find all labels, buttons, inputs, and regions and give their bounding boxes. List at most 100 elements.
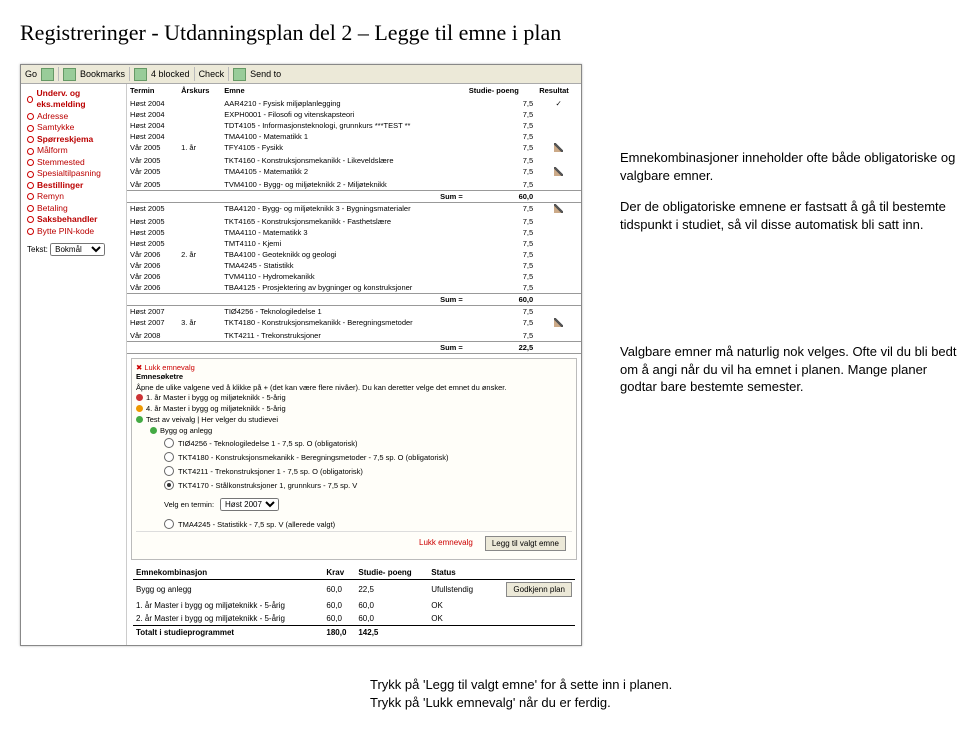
- tekst-label: Tekst:: [27, 245, 48, 254]
- sidebar-item[interactable]: Bestillinger: [27, 180, 122, 191]
- edit-icon[interactable]: [554, 167, 563, 176]
- col-termin: Termin: [127, 84, 178, 98]
- close-emnevalg-button[interactable]: Lukk emnevalg: [413, 536, 479, 551]
- bookmarks-label[interactable]: Bookmarks: [80, 69, 125, 79]
- tree-label: Test av veivalg | Her velger du studieve…: [146, 415, 278, 424]
- tree-bullet-icon: [136, 394, 143, 401]
- summary-row: 2. år Master i bygg og miljøteknikk - 5-…: [133, 612, 575, 626]
- radio-icon[interactable]: [164, 480, 174, 490]
- table-row: Høst 2005TBA4120 - Bygg- og miljøteknikk…: [127, 203, 581, 217]
- radio-icon[interactable]: [164, 519, 174, 529]
- sidebar-item[interactable]: Spesialtilpasning: [27, 168, 122, 179]
- tree-bullet-icon: [136, 405, 143, 412]
- sidebar-item-label: Adresse: [37, 111, 68, 122]
- sum-col-krav: Krav: [323, 566, 355, 580]
- term-select-label: Velg en termin:: [164, 500, 214, 509]
- table-row: Vår 2006TBA4125 - Prosjektering av bygni…: [127, 282, 581, 294]
- sidebar-item-label: Stemmested: [37, 157, 85, 168]
- col-sp: Studie- poeng: [466, 84, 536, 98]
- sidebar-item[interactable]: Remyn: [27, 191, 122, 202]
- sidebar-item[interactable]: Betaling: [27, 203, 122, 214]
- table-row: Høst 20073. årTKT4180 - Konstruksjonsmek…: [127, 317, 581, 330]
- term-select[interactable]: Høst 2007: [220, 498, 279, 511]
- summary-total-row: Totalt i studieprogrammet180,0142,5: [133, 626, 575, 640]
- sidebar-item-label: Samtykke: [37, 122, 74, 133]
- tree-node[interactable]: Bygg og anlegg: [136, 425, 572, 436]
- bullet-icon: [27, 96, 33, 103]
- course-option[interactable]: TKT4211 - Trekonstruksjoner 1 - 7,5 sp. …: [136, 464, 572, 478]
- sum-row: Sum =60,0: [127, 294, 581, 306]
- bullet-icon: [27, 228, 34, 235]
- tekst-select[interactable]: Bokmål: [50, 243, 105, 256]
- edit-icon[interactable]: [554, 143, 563, 152]
- radio-icon[interactable]: [164, 452, 174, 462]
- sum-col-name: Emnekombinasjon: [133, 566, 323, 580]
- col-arskurs: Årskurs: [178, 84, 221, 98]
- footer-instructions: Trykk på 'Legg til valgt emne' for å set…: [370, 676, 870, 712]
- sidebar-item[interactable]: Målform: [27, 145, 122, 156]
- emnevalg-box: ✖ Lukk emnevalg Emnesøketre Åpne de ulik…: [131, 358, 577, 560]
- course-option-label: TMA4245 - Statistikk - 7,5 sp. V (allere…: [178, 520, 335, 529]
- add-course-button[interactable]: Legg til valgt emne: [485, 536, 566, 551]
- sidebar-item[interactable]: Spørreskjema: [27, 134, 122, 145]
- course-option[interactable]: TKT4170 - Stålkonstruksjoner 1, grunnkur…: [136, 478, 572, 492]
- check-label[interactable]: Check: [199, 69, 225, 79]
- bullet-icon: [27, 216, 34, 223]
- sidebar-item-label: Saksbehandler: [37, 214, 97, 225]
- table-row: Vår 20062. årTBA4100 - Geoteknikk og geo…: [127, 249, 581, 260]
- sidebar-item[interactable]: Samtykke: [27, 122, 122, 133]
- sidebar-item-label: Underv. og eks.melding: [36, 88, 122, 111]
- sidebar-item[interactable]: Saksbehandler: [27, 214, 122, 225]
- table-row: Vår 2005TMA4105 - Matematikk 27,5: [127, 166, 581, 179]
- bullet-icon: [27, 113, 34, 120]
- box-intro: Åpne de ulike valgene ved å klikke på + …: [136, 383, 572, 392]
- table-row: Vår 20051. årTFY4105 - Fysikk7,5: [127, 142, 581, 155]
- bullet-icon: [27, 182, 34, 189]
- bullet-icon: [27, 148, 34, 155]
- course-option[interactable]: TIØ4256 - Teknologiledelse 1 - 7,5 sp. O…: [136, 436, 572, 450]
- sidebar-item[interactable]: Stemmested: [27, 157, 122, 168]
- sidebar-item[interactable]: Bytte PIN-kode: [27, 226, 122, 237]
- course-option-label: TIØ4256 - Teknologiledelse 1 - 7,5 sp. O…: [178, 439, 358, 448]
- tree-bullet-icon: [136, 416, 143, 423]
- bookmarks-icon[interactable]: [63, 68, 76, 81]
- course-option[interactable]: TMA4245 - Statistikk - 7,5 sp. V (allere…: [136, 517, 572, 531]
- course-option[interactable]: TKT4180 - Konstruksjonsmekanikk - Beregn…: [136, 450, 572, 464]
- sum-col-sp: Studie- poeng: [355, 566, 428, 580]
- edit-icon[interactable]: [554, 318, 563, 327]
- bullet-icon: [27, 171, 34, 178]
- blocked-icon[interactable]: [134, 68, 147, 81]
- app-window: Go Bookmarks 4 blocked Check Send to Und…: [20, 64, 582, 646]
- summary-row: Bygg og anlegg60,022,5UfullstendigGodkje…: [133, 580, 575, 600]
- course-option-label: TKT4180 - Konstruksjonsmekanikk - Beregn…: [178, 453, 449, 462]
- go-label[interactable]: Go: [25, 69, 37, 79]
- tree-node[interactable]: 1. år Master i bygg og miljøteknikk - 5-…: [136, 392, 572, 403]
- footer-line-1: Trykk på 'Legg til valgt emne' for å set…: [370, 676, 870, 694]
- radio-icon[interactable]: [164, 466, 174, 476]
- go-icon[interactable]: [41, 68, 54, 81]
- sidebar-item-label: Bytte PIN-kode: [37, 226, 94, 237]
- table-row: Høst 2004TDT4105 - Informasjonsteknologi…: [127, 120, 581, 131]
- tree-node[interactable]: Test av veivalg | Her velger du studieve…: [136, 414, 572, 425]
- godkjenn-button[interactable]: Godkjenn plan: [506, 582, 572, 597]
- table-row: Vår 2006TVM4110 - Hydromekanikk7,5: [127, 271, 581, 282]
- col-resultat: Resultat: [536, 84, 581, 98]
- footer-line-2: Trykk på 'Lukk emnevalg' når du er ferdi…: [370, 694, 870, 712]
- tree-label: Bygg og anlegg: [160, 426, 212, 435]
- table-row: Høst 2004AAR4210 - Fysisk miljøplanleggi…: [127, 98, 581, 110]
- sidebar-item[interactable]: Underv. og eks.melding: [27, 88, 122, 111]
- radio-icon[interactable]: [164, 438, 174, 448]
- course-table: Termin Årskurs Emne Studie- poeng Result…: [127, 84, 581, 354]
- sendto-label[interactable]: Send to: [250, 69, 281, 79]
- sendto-icon[interactable]: [233, 68, 246, 81]
- edit-icon[interactable]: [554, 204, 563, 213]
- sidebar-item[interactable]: Adresse: [27, 111, 122, 122]
- sidebar: Underv. og eks.meldingAdresseSamtykkeSpø…: [21, 84, 127, 645]
- col-emne: Emne: [221, 84, 466, 98]
- table-row: Høst 2007TIØ4256 - Teknologiledelse 17,5: [127, 306, 581, 318]
- page-title: Registreringer - Utdanningsplan del 2 – …: [20, 20, 940, 46]
- callout-2a: Valgbare emner må naturlig nok velges. O…: [620, 343, 960, 396]
- close-emnevalg-top[interactable]: ✖ Lukk emnevalg: [136, 363, 195, 372]
- tree-node[interactable]: 4. år Master i bygg og miljøteknikk - 5-…: [136, 403, 572, 414]
- blocked-label: 4 blocked: [151, 69, 190, 79]
